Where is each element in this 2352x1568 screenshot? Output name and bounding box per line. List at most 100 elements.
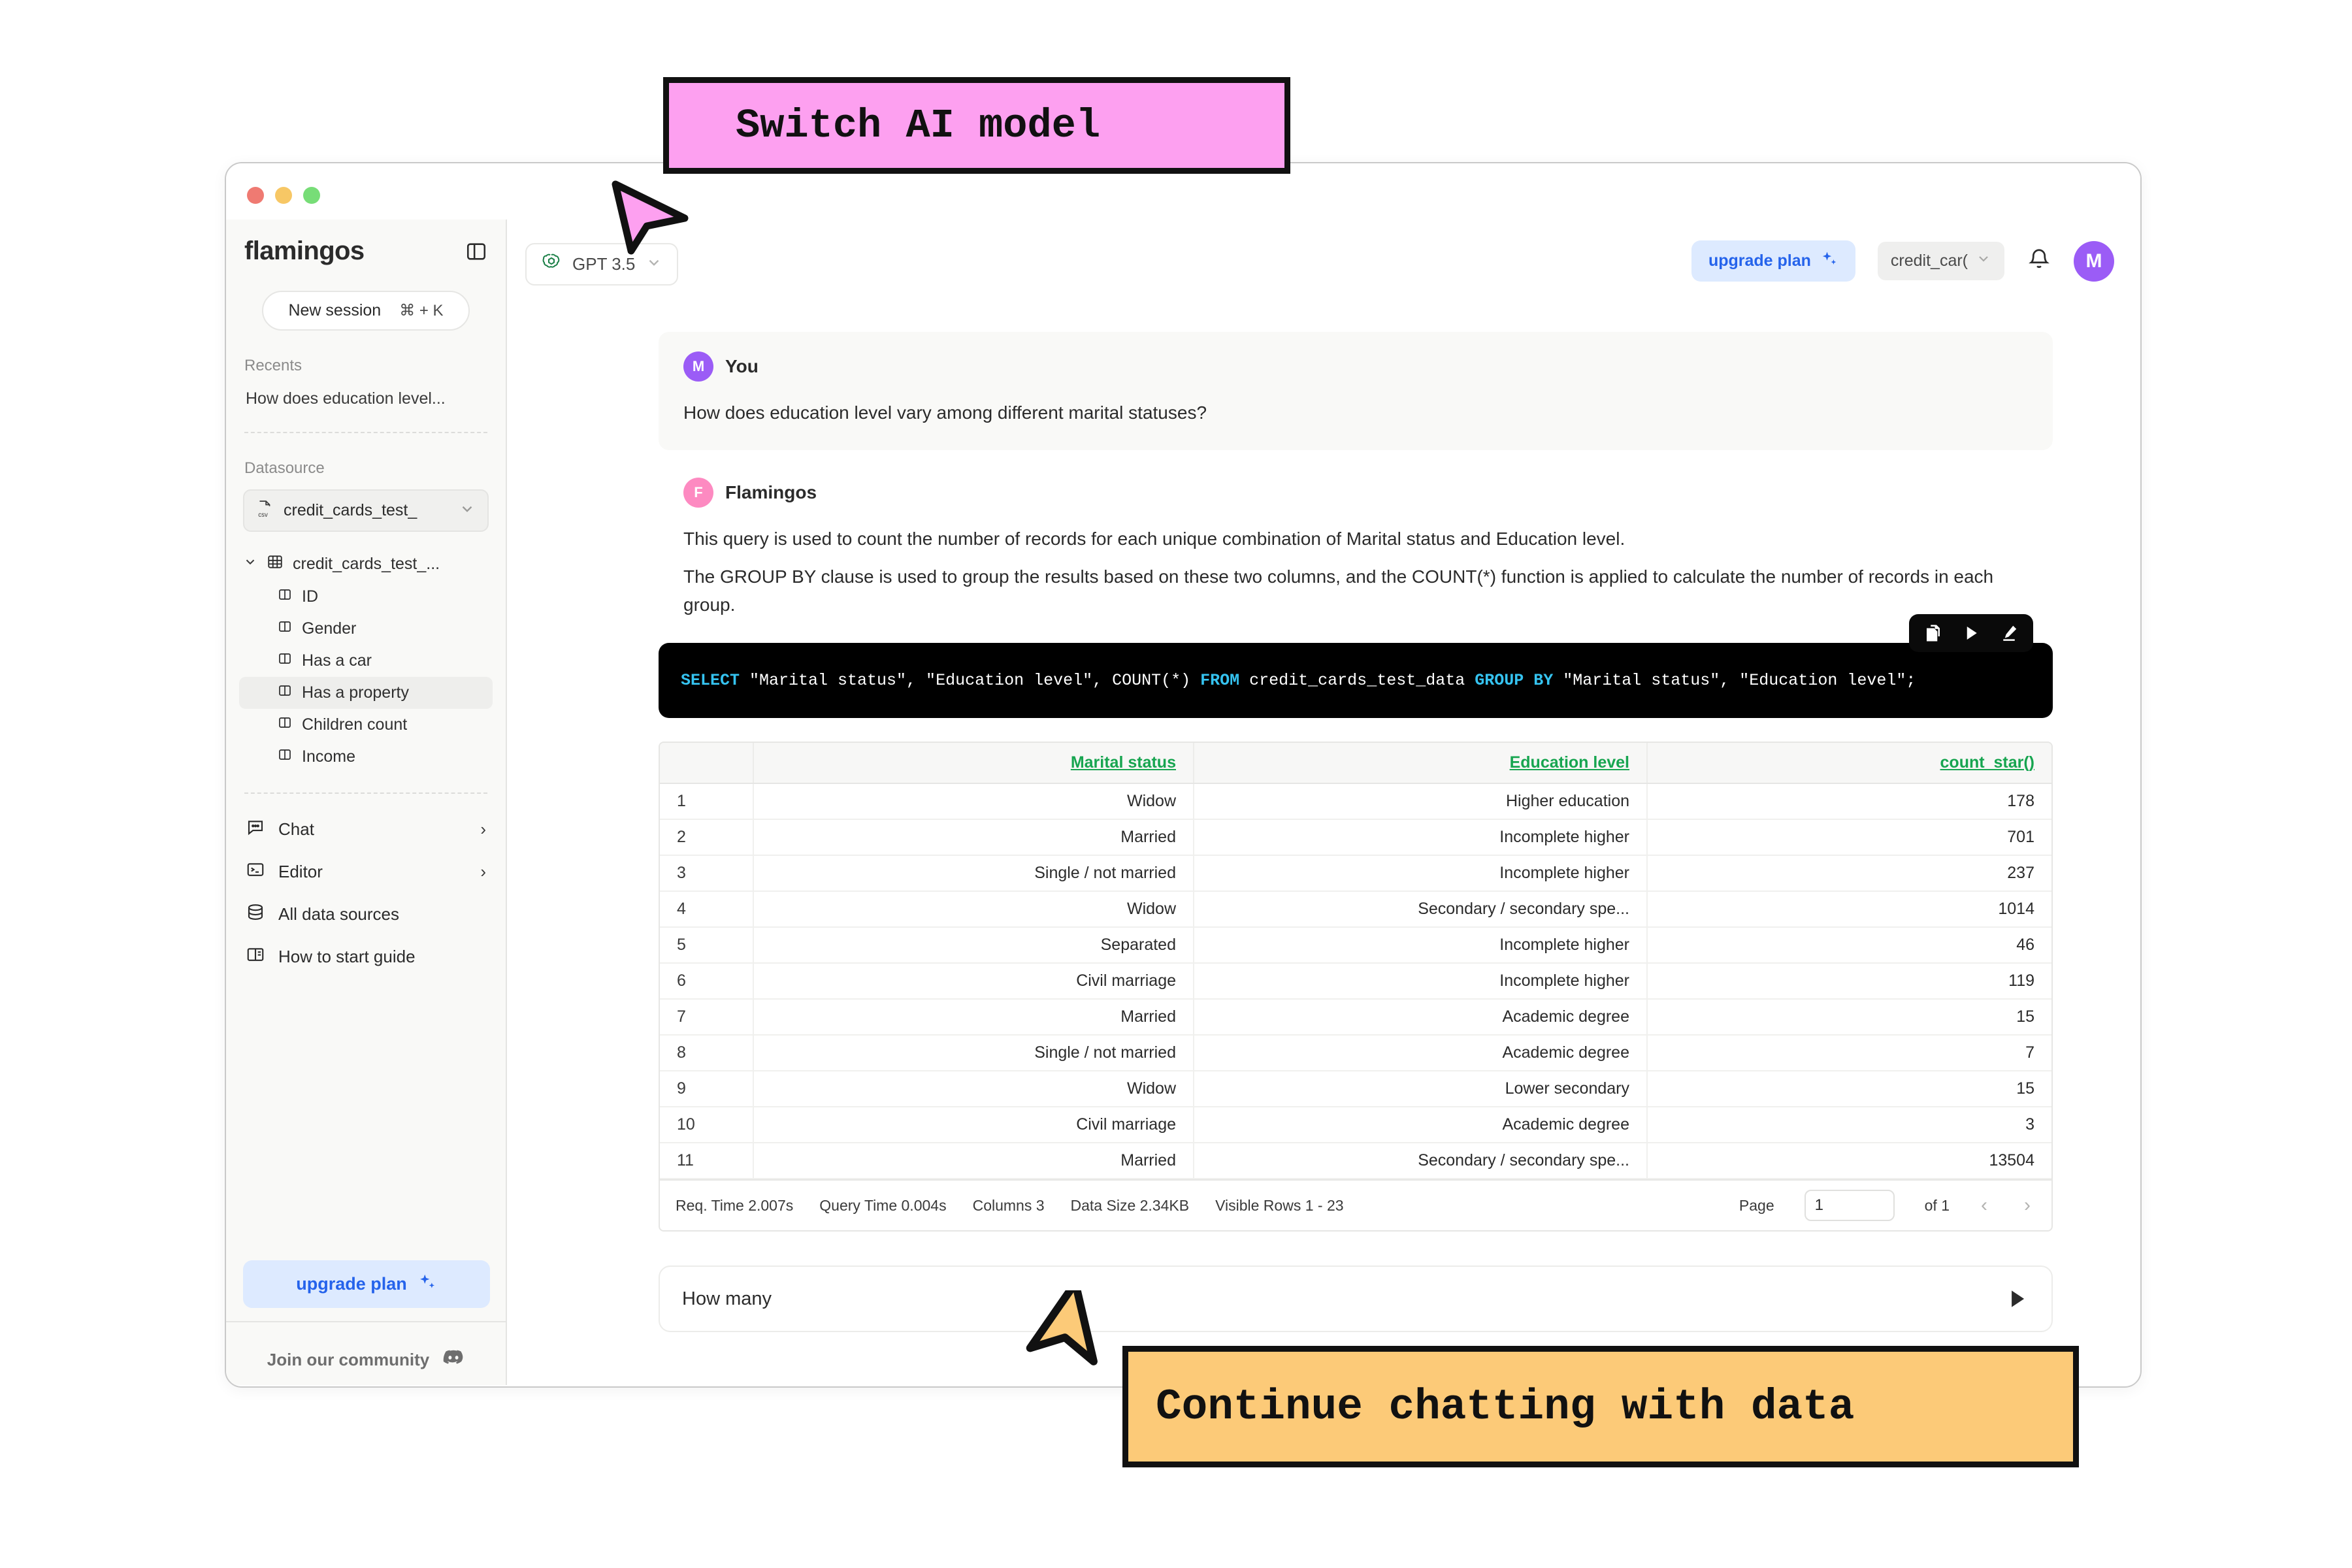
table-row[interactable]: 5 Separated Incomplete higher 46 xyxy=(660,927,2051,964)
sidebar-upgrade-plan-button[interactable]: upgrade plan xyxy=(243,1260,490,1308)
tree-column-label: ID xyxy=(302,587,318,606)
tree-column-income[interactable]: Income xyxy=(226,741,506,773)
table-row[interactable]: 2 Married Incomplete higher 701 xyxy=(660,819,2051,857)
sidebar-item-label: How to start guide xyxy=(278,947,416,966)
table-row[interactable]: 8 Single / not married Academic degree 7 xyxy=(660,1035,2051,1072)
cursor-arrow-pink xyxy=(612,180,689,255)
table-row[interactable]: 6 Civil marriage Incomplete higher 119 xyxy=(660,963,2051,1000)
row-index: 2 xyxy=(660,819,754,857)
chevron-down-icon[interactable] xyxy=(243,555,257,574)
avatar: M xyxy=(683,351,713,382)
openai-icon xyxy=(541,252,562,276)
zoom-window-button[interactable] xyxy=(303,187,320,204)
close-window-button[interactable] xyxy=(247,187,264,204)
page-number-input[interactable]: 1 xyxy=(1804,1190,1895,1222)
row-index: 7 xyxy=(660,999,754,1036)
new-session-label: New session xyxy=(288,301,382,319)
sidebar-item-how-to-start-guide[interactable]: How to start guide xyxy=(226,936,506,978)
sidebar-item-all-data-sources[interactable]: All data sources xyxy=(226,893,506,936)
minimize-window-button[interactable] xyxy=(275,187,292,204)
row-index: 10 xyxy=(660,1107,754,1144)
cell-education-level: Higher education xyxy=(1194,783,1648,821)
column-header-marital-status[interactable]: Marital status xyxy=(753,743,1194,785)
chevron-right-icon: › xyxy=(480,819,486,839)
message-assistant-text: This query is used to count the number o… xyxy=(683,525,2028,619)
message-user-header: M You xyxy=(683,351,2028,382)
columns-count-status: Columns 3 xyxy=(972,1196,1045,1214)
cursor-arrow-orange xyxy=(1026,1290,1098,1365)
tree-column-has-a-property[interactable]: Has a property xyxy=(239,677,493,709)
cell-marital-status: Widow xyxy=(753,891,1194,928)
result-table-footer: Req. Time 2.007s Query Time 0.004s Colum… xyxy=(660,1179,2051,1230)
tree-table-label: credit_cards_test_... xyxy=(293,555,440,573)
cell-marital-status: Separated xyxy=(753,927,1194,964)
topbar-right-group: upgrade plan credit_car( M xyxy=(1691,240,2114,282)
row-index: 6 xyxy=(660,963,754,1000)
recent-session-item[interactable]: How does education level... xyxy=(226,383,506,415)
result-table-head: Marital status Education level count_sta… xyxy=(660,743,2051,785)
cell-marital-status: Single / not married xyxy=(753,1035,1194,1072)
cell-education-level: Incomplete higher xyxy=(1194,819,1648,857)
table-row[interactable]: 3 Single / not married Incomplete higher… xyxy=(660,855,2051,892)
table-row[interactable]: 11 Married Secondary / secondary spe... … xyxy=(660,1143,2051,1180)
book-icon xyxy=(246,945,265,969)
sidebar-divider-3 xyxy=(226,1321,506,1322)
visible-rows-status: Visible Rows 1 - 23 xyxy=(1215,1196,1344,1214)
chevron-left-icon[interactable]: ‹ xyxy=(1976,1194,1993,1217)
cell-count: 13504 xyxy=(1647,1143,2051,1180)
sidebar-item-label: All data sources xyxy=(278,904,399,924)
database-selector[interactable]: credit_car( xyxy=(1877,242,2004,280)
tree-column-label: Has a car xyxy=(302,651,372,670)
cell-count: 3 xyxy=(1647,1107,2051,1144)
tree-column-gender[interactable]: Gender xyxy=(226,613,506,645)
new-session-button[interactable]: New session ⌘ + K xyxy=(262,291,470,331)
tree-column-children-count[interactable]: Children count xyxy=(226,709,506,741)
join-community-link[interactable]: Join our community xyxy=(226,1349,506,1371)
tree-column-id[interactable]: ID xyxy=(226,581,506,613)
new-session-wrap: New session ⌘ + K xyxy=(226,291,506,331)
sql-code-block[interactable]: SELECT "Marital status", "Education leve… xyxy=(659,642,2053,719)
column-header-education-level[interactable]: Education level xyxy=(1194,743,1648,785)
table-row[interactable]: 4 Widow Secondary / secondary spe... 101… xyxy=(660,891,2051,928)
datasource-select[interactable]: csv credit_cards_test_ xyxy=(243,489,489,532)
cell-count: 701 xyxy=(1647,819,2051,857)
cell-education-level: Secondary / secondary spe... xyxy=(1194,891,1648,928)
new-session-shortcut: ⌘ + K xyxy=(399,302,444,319)
row-index: 4 xyxy=(660,891,754,928)
page-total-label: of 1 xyxy=(1924,1196,1950,1214)
result-table: Marital status Education level count_sta… xyxy=(660,743,2051,1180)
sidebar-item-editor[interactable]: Editor › xyxy=(226,851,506,893)
sidebar-item-label: Chat xyxy=(278,819,314,839)
cell-count: 1014 xyxy=(1647,891,2051,928)
copy-icon[interactable] xyxy=(1923,623,1943,643)
datasource-name: credit_cards_test_ xyxy=(284,501,417,519)
chat-input-field[interactable]: How many xyxy=(659,1266,2053,1333)
send-icon[interactable] xyxy=(2004,1286,2029,1311)
bell-icon[interactable] xyxy=(2027,247,2051,275)
user-avatar[interactable]: M xyxy=(2074,240,2114,282)
edit-icon[interactable] xyxy=(1999,623,2019,643)
column-icon xyxy=(277,683,293,703)
chevron-right-icon[interactable]: › xyxy=(2019,1194,2036,1217)
column-header-count-star[interactable]: count_star() xyxy=(1647,743,2051,785)
datasource-label: Datasource xyxy=(244,459,325,477)
sidebar-item-chat[interactable]: Chat › xyxy=(226,808,506,851)
panel-toggle-icon[interactable] xyxy=(465,240,487,263)
table-row[interactable]: 10 Civil marriage Academic degree 3 xyxy=(660,1107,2051,1144)
run-icon[interactable] xyxy=(1961,623,1981,643)
tree-column-label: Income xyxy=(302,747,355,766)
column-icon xyxy=(277,587,293,607)
tree-table-row[interactable]: credit_cards_test_... xyxy=(226,547,506,581)
table-row[interactable]: 1 Widow Higher education 178 xyxy=(660,783,2051,821)
tree-column-label: Gender xyxy=(302,619,357,638)
sidebar-brand-row: flamingos xyxy=(226,220,506,266)
tree-column-has-a-car[interactable]: Has a car xyxy=(226,645,506,677)
sql-token: FROM xyxy=(1200,670,1240,690)
table-row[interactable]: 9 Widow Lower secondary 15 xyxy=(660,1071,2051,1108)
topbar-upgrade-plan-button[interactable]: upgrade plan xyxy=(1691,240,1855,282)
cell-count: 15 xyxy=(1647,999,2051,1036)
cell-marital-status: Married xyxy=(753,819,1194,857)
cell-count: 7 xyxy=(1647,1035,2051,1072)
message-user-text: How does education level vary among diff… xyxy=(683,402,1207,423)
table-row[interactable]: 7 Married Academic degree 15 xyxy=(660,999,2051,1036)
